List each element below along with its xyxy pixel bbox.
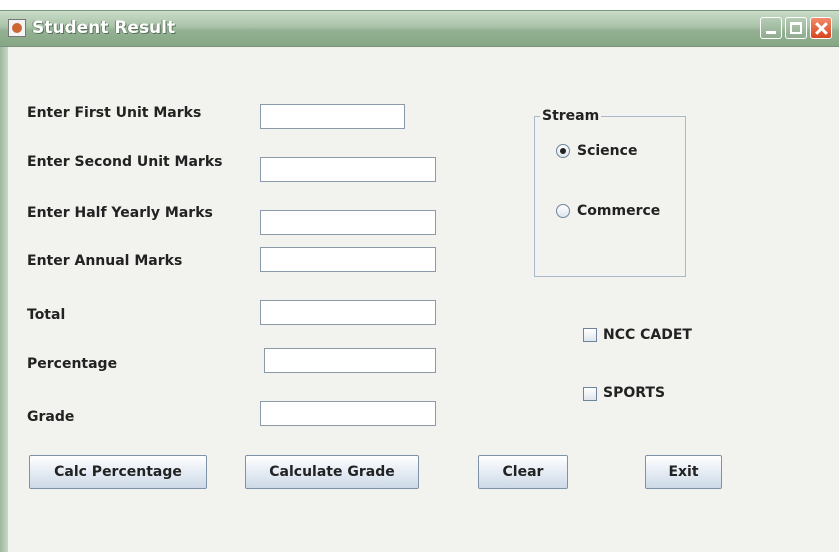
calc-percentage-button[interactable]: Calc Percentage <box>29 455 207 489</box>
half-yearly-label: Enter Half Yearly Marks <box>27 205 213 221</box>
clear-button[interactable]: Clear <box>478 455 568 489</box>
maximize-icon[interactable] <box>785 17 807 39</box>
sports-label[interactable]: SPORTS <box>603 385 665 401</box>
first-unit-input[interactable] <box>260 104 405 129</box>
window-title: Student Result <box>32 18 176 38</box>
form-panel: Enter First Unit Marks Enter Second Unit… <box>8 47 839 552</box>
science-radio[interactable] <box>556 144 570 158</box>
sports-checkbox[interactable] <box>583 387 597 401</box>
total-field[interactable] <box>260 300 436 325</box>
commerce-radio-label[interactable]: Commerce <box>577 203 660 219</box>
calculate-grade-button[interactable]: Calculate Grade <box>245 455 419 489</box>
ncc-cadet-label[interactable]: NCC CADET <box>603 327 692 343</box>
desktop-strip <box>0 0 839 10</box>
stream-group-box <box>534 116 686 277</box>
grade-field[interactable] <box>260 401 436 426</box>
annual-label: Enter Annual Marks <box>27 253 183 269</box>
science-radio-label[interactable]: Science <box>577 143 637 159</box>
ncc-cadet-checkbox[interactable] <box>583 328 597 342</box>
percentage-label: Percentage <box>27 356 118 372</box>
half-yearly-input[interactable] <box>260 210 436 235</box>
commerce-radio[interactable] <box>556 204 570 218</box>
second-unit-label: Enter Second Unit Marks <box>27 154 223 170</box>
java-app-icon <box>8 19 26 37</box>
annual-input[interactable] <box>260 247 436 272</box>
exit-button[interactable]: Exit <box>645 455 722 489</box>
minimize-icon[interactable] <box>760 17 782 39</box>
total-label: Total <box>27 307 66 323</box>
stream-group-title: Stream <box>540 108 602 124</box>
percentage-field[interactable] <box>264 348 436 373</box>
close-icon[interactable] <box>810 17 832 39</box>
grade-label: Grade <box>27 409 75 425</box>
second-unit-input[interactable] <box>260 157 436 182</box>
window-frame-left <box>0 47 8 552</box>
first-unit-label: Enter First Unit Marks <box>27 105 202 121</box>
title-bar[interactable]: Student Result <box>0 10 839 47</box>
student-result-window: Student Result Enter First Unit Marks En… <box>0 10 839 552</box>
